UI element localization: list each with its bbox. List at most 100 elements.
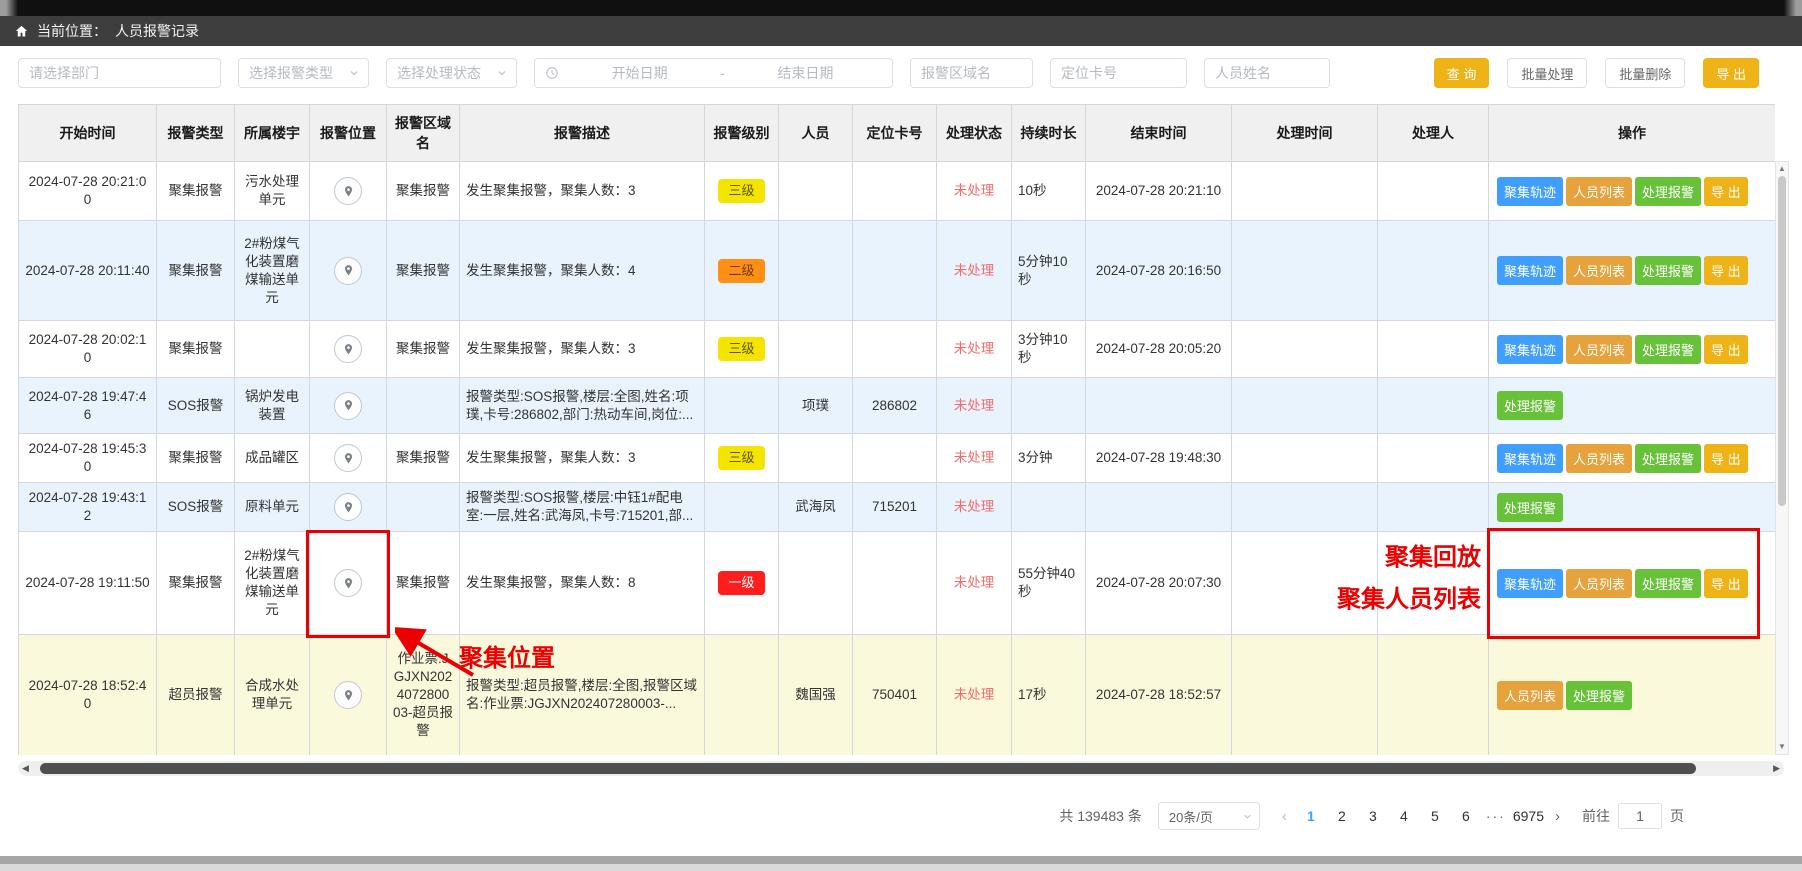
cell-duration [1012,483,1086,532]
scroll-up-icon[interactable]: ▲ [1778,162,1786,176]
scroll-left-icon[interactable]: ◀ [22,763,29,774]
prev-page-button[interactable]: ‹ [1276,808,1293,825]
handle-alarm-button[interactable]: 处理报警 [1566,681,1632,710]
chevron-down-icon [496,67,508,79]
area-name-input[interactable] [910,58,1033,88]
export-row-button[interactable]: 导 出 [1704,335,1748,364]
cell-area-name: 聚集报警 [387,532,460,635]
filter-button-group: 查 询 批量处理 批量删除 导 出 [1434,58,1784,88]
cell-person [779,162,853,221]
date-range-picker[interactable]: 开始日期 - 结束日期 [534,58,893,88]
handle-alarm-button[interactable]: 处理报警 [1635,177,1701,206]
status-text: 未处理 [954,183,995,198]
gather-track-button[interactable]: 聚集轨迹 [1497,335,1563,364]
cell-handler [1378,321,1489,378]
location-pin-icon[interactable] [334,444,362,472]
location-pin-icon[interactable] [334,569,362,597]
alarm-type-select[interactable]: 选择报警类型 [238,58,369,88]
location-pin-icon[interactable] [334,177,362,205]
handle-alarm-button[interactable]: 处理报警 [1635,335,1701,364]
next-page-button[interactable]: › [1549,808,1566,825]
department-input[interactable] [18,58,221,88]
page-button-2[interactable]: 2 [1329,806,1355,826]
export-row-button[interactable]: 导 出 [1704,569,1748,598]
cell-handler [1378,483,1489,532]
page-size-select[interactable]: 20条/页 [1158,802,1260,830]
handle-alarm-button[interactable]: 处理报警 [1635,444,1701,473]
handle-alarm-button[interactable]: 处理报警 [1497,391,1563,420]
gather-track-button[interactable]: 聚集轨迹 [1497,177,1563,206]
person-list-button[interactable]: 人员列表 [1497,681,1563,710]
location-pin-icon[interactable] [334,493,362,521]
export-row-button[interactable]: 导 出 [1704,177,1748,206]
person-list-button[interactable]: 人员列表 [1566,177,1632,206]
location-pin-icon[interactable] [334,335,362,363]
cell-alarm-type: 聚集报警 [157,532,235,635]
cell-person [779,532,853,635]
gather-track-button[interactable]: 聚集轨迹 [1497,256,1563,285]
page-button-4[interactable]: 4 [1391,806,1417,826]
vertical-scrollbar-thumb[interactable] [1778,176,1786,506]
cell-handle-time [1232,532,1378,635]
column-header: 开始时间 [19,105,157,162]
cell-status: 未处理 [937,162,1012,221]
cell-actions: 聚集轨迹人员列表处理报警导 出 [1489,321,1776,378]
page-button-1[interactable]: 1 [1298,806,1324,826]
handle-alarm-button[interactable]: 处理报警 [1497,493,1563,522]
cell-location [310,483,387,532]
horizontal-scrollbar[interactable]: ◀ ▶ [18,761,1784,776]
query-button[interactable]: 查 询 [1434,58,1490,88]
cell-description: 发生聚集报警，聚集人数：3 [460,434,705,483]
cell-alarm-type: 聚集报警 [157,162,235,221]
export-row-button[interactable]: 导 出 [1704,444,1748,473]
card-number-input[interactable] [1050,58,1187,88]
gather-track-button[interactable]: 聚集轨迹 [1497,444,1563,473]
cell-actions: 聚集轨迹人员列表处理报警导 出 [1489,221,1776,321]
person-name-input[interactable] [1204,58,1330,88]
handle-alarm-button[interactable]: 处理报警 [1635,569,1701,598]
person-list-button[interactable]: 人员列表 [1566,335,1632,364]
table-row: 2024-07-28 19:45:30聚集报警成品罐区聚集报警发生聚集报警，聚集… [19,434,1776,483]
page-button-5[interactable]: 5 [1422,806,1448,826]
scroll-right-icon[interactable]: ▶ [1773,763,1780,774]
cell-card-number [853,532,937,635]
handle-alarm-button[interactable]: 处理报警 [1635,256,1701,285]
vertical-scrollbar[interactable]: ▲ ▼ [1775,161,1789,755]
date-separator: - [720,65,725,81]
cell-status: 未处理 [937,483,1012,532]
cell-level: 三级 [705,434,779,483]
person-list-button[interactable]: 人员列表 [1566,444,1632,473]
location-pin-icon[interactable] [334,681,362,709]
person-list-button[interactable]: 人员列表 [1566,256,1632,285]
total-count-text: 共 139483 条 [1059,806,1142,826]
location-pin-icon[interactable] [334,392,362,420]
page-ellipsis[interactable]: ··· [1484,808,1508,824]
location-pin-icon[interactable] [334,257,362,285]
page-button-6[interactable]: 6 [1453,806,1479,826]
cell-person [779,321,853,378]
cell-end-time [1086,378,1232,434]
cell-handler [1378,434,1489,483]
export-row-button[interactable]: 导 出 [1704,256,1748,285]
scroll-down-icon[interactable]: ▼ [1778,740,1786,754]
person-list-button[interactable]: 人员列表 [1566,569,1632,598]
gather-track-button[interactable]: 聚集轨迹 [1497,569,1563,598]
cell-end-time: 2024-07-28 18:52:57 [1086,635,1232,756]
horizontal-scrollbar-thumb[interactable] [40,763,1696,774]
export-button[interactable]: 导 出 [1703,58,1759,88]
batch-process-button[interactable]: 批量处理 [1507,58,1587,88]
cell-duration: 10秒 [1012,162,1086,221]
goto-page-group: 前往 页 [1582,803,1684,829]
batch-delete-button[interactable]: 批量删除 [1605,58,1685,88]
cell-description: 报警类型:超员报警,楼层:全图,报警区域名:作业票:JGJXN202407280… [460,635,705,756]
cell-start-time: 2024-07-28 19:47:46 [19,378,157,434]
cell-end-time [1086,483,1232,532]
page-button-3[interactable]: 3 [1360,806,1386,826]
handle-status-select[interactable]: 选择处理状态 [386,58,517,88]
page-size-value: 20条/页 [1169,807,1242,826]
cell-description: 发生聚集报警，聚集人数：3 [460,321,705,378]
page-button-6975[interactable]: 6975 [1513,806,1544,826]
status-text: 未处理 [954,687,995,702]
column-header: 结束时间 [1086,105,1232,162]
goto-page-input[interactable] [1618,803,1662,829]
